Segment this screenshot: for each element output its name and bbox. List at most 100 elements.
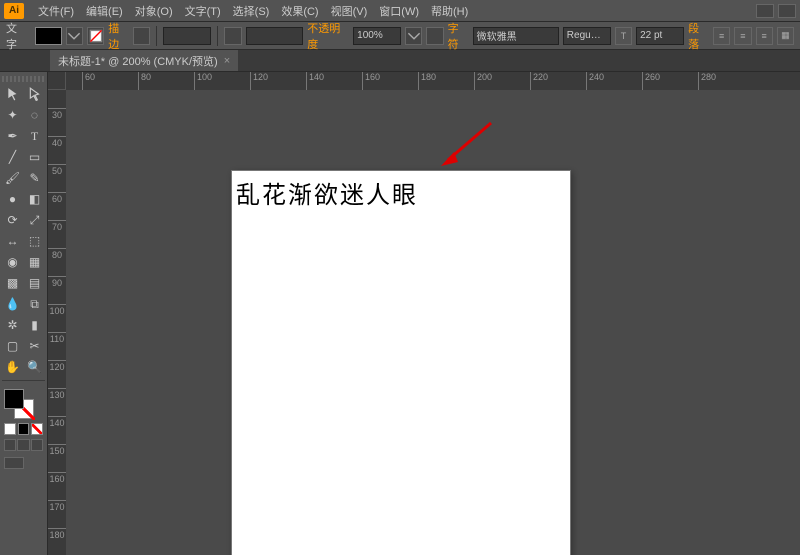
foreground-color[interactable] [4,389,24,409]
ruler-h-tick: 100 [194,72,212,90]
no-fill-icon[interactable] [87,27,104,45]
shape-builder-tool[interactable]: ◉ [2,252,23,272]
menu-file[interactable]: 文件(F) [32,3,80,19]
canvas-area: 406080100120140160180200220240260280 203… [48,72,800,555]
document-tab-title: 未标题-1* @ 200% (CMYK/预览) [58,53,218,69]
menu-edit[interactable]: 编辑(E) [80,3,129,19]
font-size-icon: T [615,27,632,45]
canvas[interactable]: 乱花渐欲迷人眼 [66,90,800,555]
ruler-h-tick: 60 [82,72,95,90]
draw-behind[interactable] [17,439,29,451]
width-tool[interactable]: ↔ [2,231,23,251]
font-style-select[interactable]: Regu… [563,27,611,45]
ruler-origin[interactable] [48,72,66,90]
workspace-switcher[interactable] [756,4,774,18]
eyedropper-tool[interactable]: 💧 [2,294,23,314]
document-tab[interactable]: 未标题-1* @ 200% (CMYK/预览) × [50,50,238,71]
column-graph-tool[interactable]: ▮ [24,315,45,335]
font-size-input[interactable] [636,27,684,45]
ruler-h-tick: 160 [362,72,380,90]
brush-definition[interactable] [224,27,241,45]
ruler-v-tick: 90 [48,276,66,288]
align-right-icon[interactable]: ≡ [756,27,773,45]
menu-effect[interactable]: 效果(C) [275,3,324,19]
free-transform-tool[interactable]: ⬚ [24,231,45,251]
opacity-label: 不透明度 [307,20,349,52]
ruler-v-tick: 30 [48,108,66,120]
lasso-tool[interactable]: ◌ [24,105,45,125]
eraser-tool[interactable]: ◧ [24,189,45,209]
opacity-dropdown[interactable] [405,27,422,45]
scale-tool[interactable]: ⤢ [24,210,45,230]
gradient-tool[interactable]: ▤ [24,273,45,293]
ruler-v-tick: 60 [48,192,66,204]
mesh-tool[interactable]: ▩ [2,273,23,293]
ruler-h-tick: 120 [250,72,268,90]
zoom-tool[interactable]: 🔍 [24,357,45,377]
workspace-menu[interactable] [778,4,796,18]
rotate-tool[interactable]: ⟳ [2,210,23,230]
text-object[interactable]: 乱花渐欲迷人眼 [236,175,418,210]
artboard-tool[interactable]: ▢ [2,336,23,356]
ruler-h-tick: 140 [306,72,324,90]
swatch-black[interactable] [18,423,30,435]
brush-select[interactable] [246,27,304,45]
paragraph-label: 段落 [688,20,709,52]
magic-wand-tool[interactable]: ✦ [2,105,23,125]
swatch-white[interactable] [4,423,16,435]
app-logo: Ai [4,3,24,19]
menu-help[interactable]: 帮助(H) [425,3,474,19]
opacity-input[interactable] [353,27,401,45]
rectangle-tool[interactable]: ▭ [24,147,45,167]
ruler-v-tick: 150 [48,444,66,456]
hand-tool[interactable]: ✋ [2,357,23,377]
menu-view[interactable]: 视图(V) [325,3,374,19]
menu-object[interactable]: 对象(O) [129,3,179,19]
ruler-h-tick: 260 [642,72,660,90]
ruler-h-tick: 220 [530,72,548,90]
pen-tool[interactable]: ✒ [2,126,23,146]
close-tab-icon[interactable]: × [224,55,230,67]
blob-brush-tool[interactable]: ● [2,189,23,209]
pencil-tool[interactable]: ✎ [24,168,45,188]
horizontal-ruler[interactable]: 406080100120140160180200220240260280 [66,72,800,90]
ruler-h-tick: 280 [698,72,716,90]
color-picker[interactable] [2,387,45,471]
swatch-none[interactable] [31,423,43,435]
paintbrush-tool[interactable]: 🖌 [2,168,23,188]
font-family-select[interactable]: 微软雅黑 [473,27,559,45]
symbol-sprayer-tool[interactable]: ✲ [2,315,23,335]
menu-select[interactable]: 选择(S) [227,3,276,19]
panel-grip[interactable] [2,76,45,82]
direct-selection-tool[interactable] [24,84,45,104]
ruler-v-tick: 110 [48,332,66,344]
ruler-v-tick: 120 [48,360,66,372]
draw-inside[interactable] [31,439,43,451]
ruler-h-tick: 80 [138,72,151,90]
tool-panel: ✦ ◌ ✒ T ╱ ▭ 🖌 ✎ ● ◧ ⟳ ⤢ ↔ ⬚ ◉ ▦ ▩ ▤ 💧 ⧉ … [0,72,48,555]
artboard[interactable]: 乱花渐欲迷人眼 [231,170,571,555]
align-center-icon[interactable]: ≡ [734,27,751,45]
slice-tool[interactable]: ✂ [24,336,45,356]
style-select[interactable] [426,27,443,45]
ruler-h-tick: 180 [418,72,436,90]
draw-normal[interactable] [4,439,16,451]
vertical-ruler[interactable]: 2030405060708090100110120130140150160170… [48,90,66,555]
menu-type[interactable]: 文字(T) [179,3,227,19]
ruler-v-tick: 20 [48,90,66,92]
stroke-label: 描边 [108,20,129,52]
menu-window[interactable]: 窗口(W) [373,3,425,19]
align-left-icon[interactable]: ≡ [713,27,730,45]
selection-tool[interactable] [2,84,23,104]
fill-dropdown[interactable] [66,27,83,45]
type-tool[interactable]: T [24,126,45,146]
stroke-weight[interactable] [163,27,211,45]
fill-color-swatch[interactable] [35,27,62,45]
perspective-tool[interactable]: ▦ [24,252,45,272]
panel-menu-icon[interactable]: ▦ [777,27,794,45]
stroke-dropdown[interactable] [133,27,150,45]
character-label: 字符 [448,20,469,52]
screen-mode[interactable] [4,457,24,469]
line-tool[interactable]: ╱ [2,147,23,167]
blend-tool[interactable]: ⧉ [24,294,45,314]
